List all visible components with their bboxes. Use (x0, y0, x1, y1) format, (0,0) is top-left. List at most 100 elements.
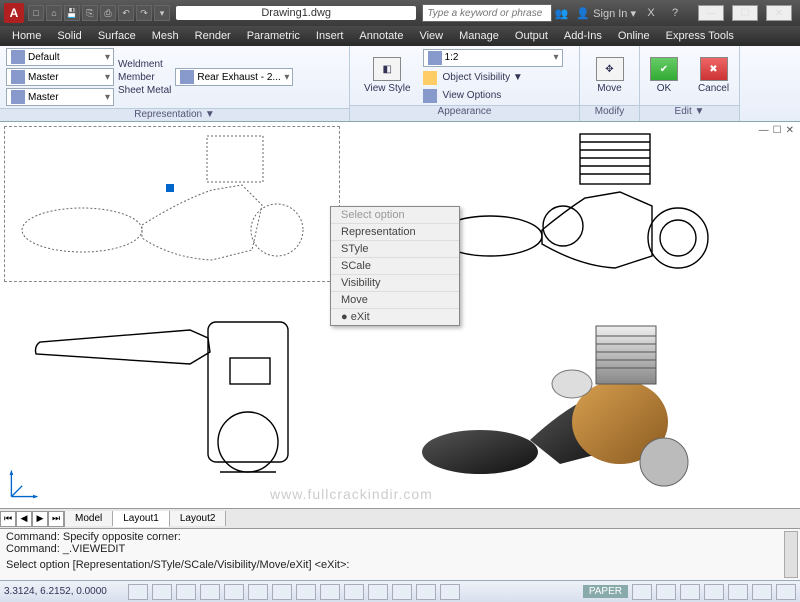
status-ducs-icon[interactable] (296, 584, 316, 600)
menu-solid[interactable]: Solid (57, 30, 81, 42)
btn-view-options[interactable]: View Options (423, 89, 563, 103)
panel-title-appearance[interactable]: Appearance (350, 105, 579, 121)
tab-last-icon[interactable]: ⏭ (48, 511, 64, 527)
status-ws-icon[interactable] (680, 584, 700, 600)
status-3dosnap-icon[interactable] (248, 584, 268, 600)
status-sc-icon[interactable] (416, 584, 436, 600)
view-style-button[interactable]: ◧ View Style (356, 55, 419, 96)
vp-restore-icon[interactable]: ☐ (773, 125, 782, 136)
menu-addins[interactable]: Add-Ins (564, 30, 602, 42)
cancel-button[interactable]: ✖ Cancel (690, 55, 737, 96)
tab-model[interactable]: Model (65, 511, 113, 526)
move-button[interactable]: ✥ Move (588, 55, 632, 96)
combo-default[interactable]: Default (6, 48, 114, 66)
status-hw-icon[interactable] (728, 584, 748, 600)
cm-representation[interactable]: Representation (331, 224, 459, 241)
menu-parametric[interactable]: Parametric (247, 30, 300, 42)
status-grid-icon[interactable] (152, 584, 172, 600)
panel-title-modify[interactable]: Modify (580, 105, 639, 121)
status-dyn-icon[interactable] (320, 584, 340, 600)
grip-handle[interactable] (166, 184, 174, 192)
qat-undo-icon[interactable]: ↶ (118, 5, 134, 21)
cmd-scrollbar[interactable] (784, 531, 798, 578)
btn-object-visibility[interactable]: Object Visibility ▼ (423, 71, 563, 85)
status-osnap-icon[interactable] (224, 584, 244, 600)
status-qp-icon[interactable] (392, 584, 412, 600)
menu-online[interactable]: Online (618, 30, 650, 42)
infocenter-icon[interactable]: 👥 (552, 5, 570, 21)
vp-close-icon[interactable]: ✕ (786, 125, 794, 136)
engine-view-3d (420, 312, 700, 508)
menu-render[interactable]: Render (195, 30, 231, 42)
cm-scale[interactable]: SCale (331, 258, 459, 275)
qat-saveas-icon[interactable]: ⎘ (82, 5, 98, 21)
menu-insert[interactable]: Insert (316, 30, 344, 42)
btn-member[interactable]: Member (118, 72, 171, 83)
space-toggle[interactable]: PAPER (583, 585, 628, 598)
status-clean-icon[interactable] (776, 584, 796, 600)
status-polar-icon[interactable] (200, 584, 220, 600)
exchange-icon[interactable]: X (642, 5, 660, 21)
status-am-icon[interactable] (440, 584, 460, 600)
menu-express[interactable]: Express Tools (666, 30, 734, 42)
menu-home[interactable]: Home (12, 30, 41, 42)
panel-modify: ✥ Move Modify (580, 46, 640, 121)
status-lock-icon[interactable] (704, 584, 724, 600)
app-menu-button[interactable]: A (4, 3, 24, 23)
qat-print-icon[interactable]: ⎙ (100, 5, 116, 21)
close-button[interactable]: ✕ (766, 5, 792, 21)
status-lwt-icon[interactable] (344, 584, 364, 600)
panel-title-representation[interactable]: Representation ▼ (0, 108, 349, 121)
qat-more-icon[interactable]: ▾ (154, 5, 170, 21)
tab-layout2[interactable]: Layout2 (170, 511, 227, 526)
combo-scale[interactable]: 1:2 (423, 49, 563, 67)
combo-master2[interactable]: Master (6, 88, 114, 106)
status-ortho-icon[interactable] (176, 584, 196, 600)
command-line[interactable]: Command: Specify opposite corner: Comman… (0, 528, 800, 580)
panel-edit: ✔ OK ✖ Cancel Edit ▼ (640, 46, 740, 121)
qat-save-icon[interactable]: 💾 (64, 5, 80, 21)
cm-style[interactable]: STyle (331, 241, 459, 258)
qat-open-icon[interactable]: ⌂ (46, 5, 62, 21)
cm-move[interactable]: Move (331, 292, 459, 309)
qat-redo-icon[interactable]: ↷ (136, 5, 152, 21)
menu-annotate[interactable]: Annotate (359, 30, 403, 42)
menu-mesh[interactable]: Mesh (152, 30, 179, 42)
context-menu-header: Select option (331, 207, 459, 224)
status-ann-icon[interactable] (632, 584, 652, 600)
menu-surface[interactable]: Surface (98, 30, 136, 42)
vp-minimize-icon[interactable]: — (759, 125, 769, 136)
combo-master1[interactable]: Master (6, 68, 114, 86)
x-icon: ✖ (700, 57, 728, 81)
cm-visibility[interactable]: Visibility (331, 275, 459, 292)
btn-sheetmetal[interactable]: Sheet Metal (118, 85, 171, 96)
tab-prev-icon[interactable]: ◀ (16, 511, 32, 527)
sign-in-button[interactable]: 👤 Sign In ▾ (576, 7, 636, 20)
status-otrack-icon[interactable] (272, 584, 292, 600)
status-iso-icon[interactable] (752, 584, 772, 600)
search-input[interactable] (422, 4, 552, 22)
layer-icon (11, 70, 25, 84)
tab-next-icon[interactable]: ▶ (32, 511, 48, 527)
ok-button[interactable]: ✔ OK (642, 55, 686, 96)
drawing-canvas[interactable]: — ☐ ✕ (0, 122, 800, 508)
menu-manage[interactable]: Manage (459, 30, 499, 42)
qat-new-icon[interactable]: □ (28, 5, 44, 21)
status-snap-icon[interactable] (128, 584, 148, 600)
menu-output[interactable]: Output (515, 30, 548, 42)
title-bar: A □ ⌂ 💾 ⎘ ⎙ ↶ ↷ ▾ Drawing1.dwg 👥 👤 Sign … (0, 0, 800, 26)
tab-first-icon[interactable]: ⏮ (0, 511, 16, 527)
minimize-button[interactable]: — (698, 5, 724, 21)
combo-rear-exhaust[interactable]: Rear Exhaust - 2... (175, 68, 293, 86)
coords-readout: 3.3124, 6.2152, 0.0000 (4, 586, 124, 597)
status-annoscale-icon[interactable] (656, 584, 676, 600)
help-icon[interactable]: ? (666, 5, 684, 21)
status-tpy-icon[interactable] (368, 584, 388, 600)
btn-weldment[interactable]: Weldment (118, 59, 171, 70)
tab-layout1[interactable]: Layout1 (113, 511, 170, 527)
panel-title-edit[interactable]: Edit ▼ (640, 105, 739, 121)
cm-exit[interactable]: ● eXit (331, 309, 459, 325)
quick-access-toolbar: □ ⌂ 💾 ⎘ ⎙ ↶ ↷ ▾ (28, 5, 170, 21)
menu-view[interactable]: View (419, 30, 443, 42)
maximize-button[interactable]: ☐ (732, 5, 758, 21)
